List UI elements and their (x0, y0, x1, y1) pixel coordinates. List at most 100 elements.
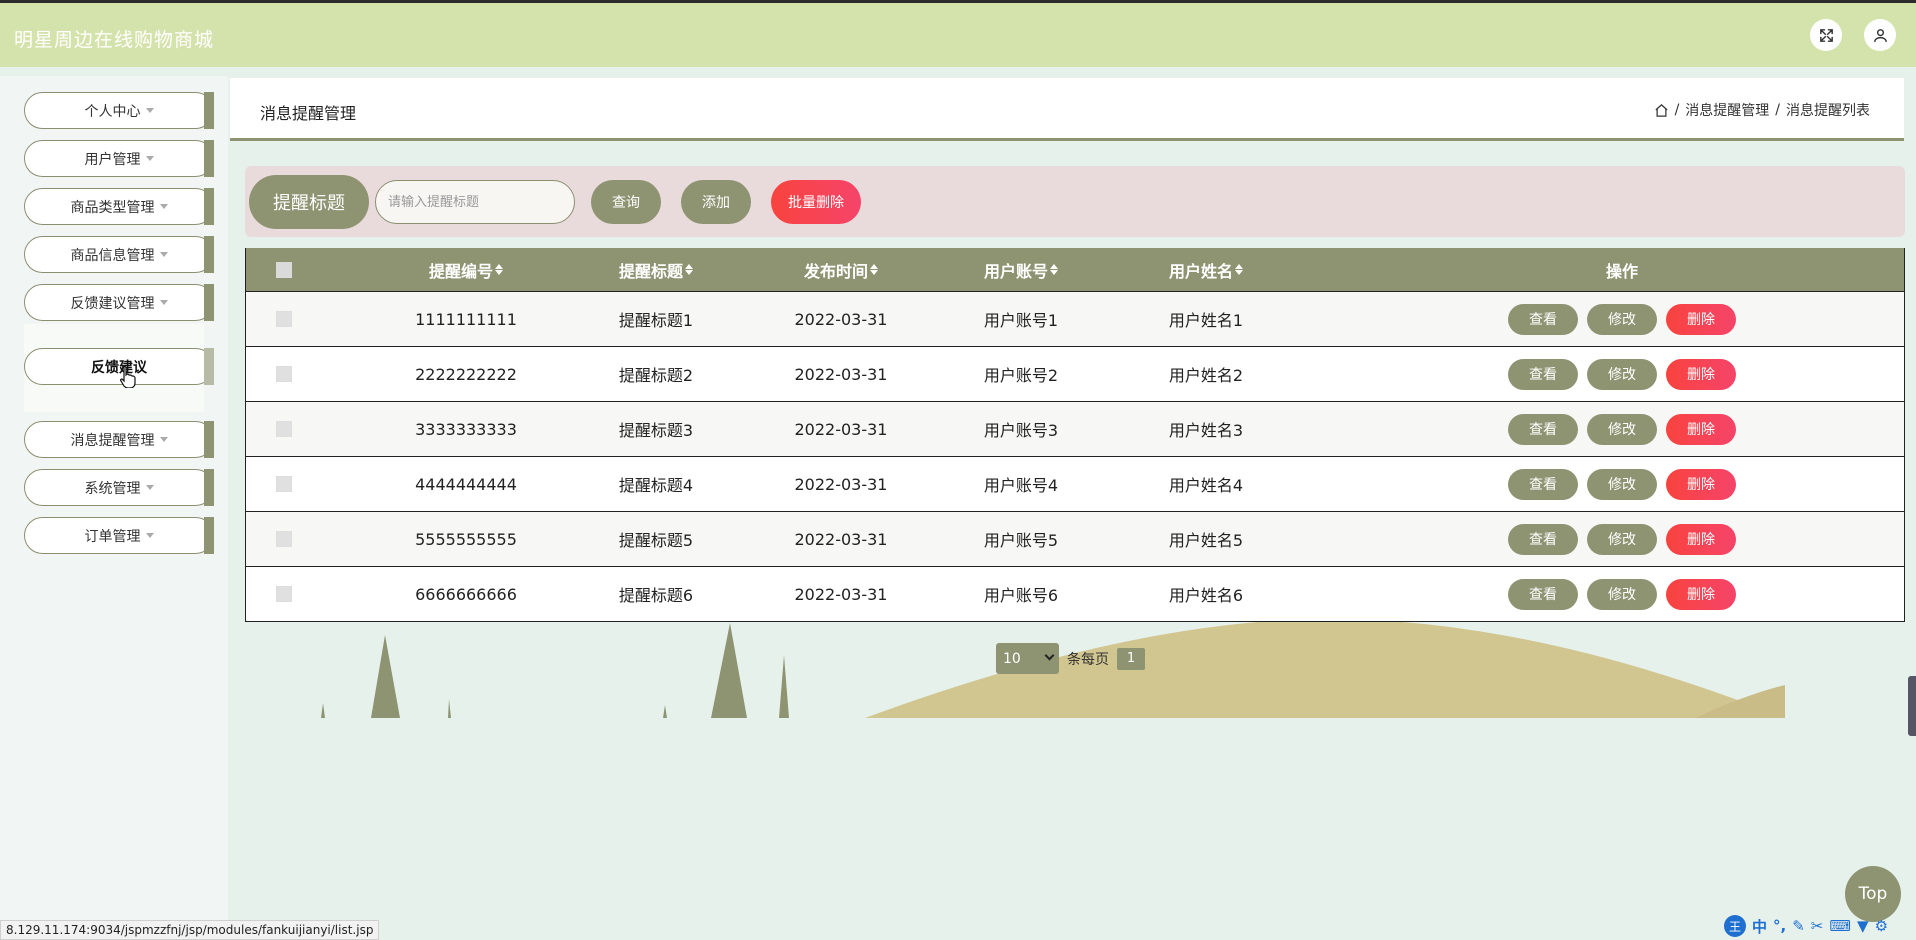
delete-button[interactable]: 删除 (1666, 358, 1736, 390)
cell-name: 用户姓名4 (1168, 476, 1244, 495)
pagination: 10 条每页 1 (996, 643, 1145, 674)
table-row: 2222222222 提醒标题2 2022-03-31 用户账号2 用户姓名2 … (246, 346, 1904, 401)
sidebar-item-label: 反馈建议管理 (70, 295, 155, 312)
breadcrumb-item[interactable]: 消息提醒管理 (1685, 100, 1769, 120)
breadcrumb: / 消息提醒管理 / 消息提醒列表 (1654, 100, 1870, 120)
page-number-current[interactable]: 1 (1117, 647, 1145, 670)
sidebar-item-marker (204, 517, 214, 554)
view-button[interactable]: 查看 (1508, 523, 1578, 555)
view-button[interactable]: 查看 (1508, 413, 1578, 445)
row-checkbox[interactable] (246, 292, 322, 346)
cell-title: 提醒标题4 (618, 476, 694, 495)
cell-name: 用户姓名3 (1168, 421, 1244, 440)
table-row: 6666666666 提醒标题6 2022-03-31 用户账号6 用户姓名6 … (246, 566, 1904, 621)
sidebar-item-label: 商品信息管理 (70, 247, 155, 264)
sidebar-item-order-management[interactable]: 订单管理 (24, 517, 214, 554)
sidebar: 个人中心 用户管理 商品类型管理 商品信息管理 反馈建议管理 (0, 76, 228, 940)
batch-delete-button[interactable]: 批量删除 (771, 180, 861, 224)
row-checkbox[interactable] (246, 402, 322, 456)
sidebar-item-user-management[interactable]: 用户管理 (24, 140, 214, 177)
sidebar-item-label: 消息提醒管理 (70, 432, 155, 449)
view-button[interactable]: 查看 (1508, 468, 1578, 500)
cell-time: 2022-03-31 (794, 364, 888, 384)
row-checkbox[interactable] (246, 457, 322, 511)
cell-id: 4444444444 (415, 474, 517, 494)
caret-down-icon (145, 156, 154, 161)
user-menu-button[interactable] (1864, 19, 1896, 51)
app-title: 明星周边在线购物商城 (14, 29, 215, 51)
view-button[interactable]: 查看 (1508, 578, 1578, 610)
edit-button[interactable]: 修改 (1587, 468, 1657, 500)
row-actions: 查看 修改 删除 (1508, 402, 1736, 456)
row-actions: 查看 修改 删除 (1508, 292, 1736, 346)
edit-button[interactable]: 修改 (1587, 413, 1657, 445)
page-size-select[interactable]: 10 (996, 643, 1059, 674)
cell-title: 提醒标题5 (618, 531, 694, 550)
delete-button[interactable]: 删除 (1666, 413, 1736, 445)
edit-button[interactable]: 修改 (1587, 578, 1657, 610)
row-checkbox[interactable] (246, 512, 322, 566)
ime-logo-icon[interactable]: 王 (1724, 915, 1746, 937)
column-header-account[interactable]: 用户账号 (946, 248, 1096, 291)
sidebar-item-product-type[interactable]: 商品类型管理 (24, 188, 214, 225)
column-header-time[interactable]: 发布时间 (756, 248, 926, 291)
content-header: 消息提醒管理 / 消息提醒管理 / 消息提醒列表 (230, 78, 1904, 141)
ime-scissors-icon[interactable]: ✂ (1811, 917, 1824, 935)
delete-button[interactable]: 删除 (1666, 468, 1736, 500)
search-input[interactable] (375, 180, 575, 224)
breadcrumb-item-current: 消息提醒列表 (1786, 103, 1870, 119)
view-button[interactable]: 查看 (1508, 303, 1578, 335)
cell-time: 2022-03-31 (794, 529, 888, 549)
sort-icon (1050, 264, 1058, 275)
add-button[interactable]: 添加 (681, 180, 751, 224)
breadcrumb-separator: / (1674, 102, 1680, 118)
view-button[interactable]: 查看 (1508, 358, 1578, 390)
sidebar-item-marker (204, 469, 214, 506)
sidebar-item-product-info[interactable]: 商品信息管理 (24, 236, 214, 273)
caret-down-icon (159, 300, 168, 305)
ime-handwriting-icon[interactable]: ✎ (1792, 917, 1805, 935)
column-header-name[interactable]: 用户姓名 (1136, 248, 1276, 291)
cell-id: 3333333333 (415, 419, 517, 439)
ime-punctuation-icon[interactable]: °, (1773, 917, 1786, 935)
column-header-id[interactable]: 提醒编号 (391, 248, 541, 291)
edit-button[interactable]: 修改 (1587, 358, 1657, 390)
sidebar-item-personal-center[interactable]: 个人中心 (24, 92, 214, 129)
delete-button[interactable]: 删除 (1666, 523, 1736, 555)
table-header: 提醒编号 提醒标题 发布时间 用户账号 用户姓名 操作 (246, 248, 1904, 291)
column-label: 用户姓名 (1168, 261, 1233, 281)
fullscreen-button[interactable] (1810, 19, 1842, 51)
select-all-checkbox[interactable] (246, 248, 322, 291)
query-button[interactable]: 查询 (591, 180, 661, 224)
user-icon (1873, 28, 1887, 42)
ime-settings-icon[interactable]: ⚙ (1875, 917, 1888, 935)
side-panel-handle[interactable] (1908, 676, 1916, 736)
delete-button[interactable]: 删除 (1666, 578, 1736, 610)
page-title: 消息提醒管理 (260, 104, 357, 123)
ime-keyboard-icon[interactable]: ⌨ (1829, 917, 1851, 935)
delete-button[interactable]: 删除 (1666, 303, 1736, 335)
cell-time: 2022-03-31 (794, 309, 888, 329)
edit-button[interactable]: 修改 (1587, 523, 1657, 555)
per-page-label: 条每页 (1067, 651, 1109, 668)
sidebar-item-message-management[interactable]: 消息提醒管理 (24, 421, 214, 458)
cell-name: 用户姓名5 (1168, 531, 1244, 550)
expand-icon (1819, 28, 1833, 42)
sidebar-item-feedback-management[interactable]: 反馈建议管理 (24, 284, 214, 321)
table-row: 5555555555 提醒标题5 2022-03-31 用户账号5 用户姓名5 … (246, 511, 1904, 566)
column-header-title[interactable]: 提醒标题 (576, 248, 736, 291)
ime-skin-icon[interactable]: ▼ (1857, 917, 1869, 935)
sidebar-item-marker (204, 284, 214, 321)
sort-icon (495, 264, 503, 275)
sidebar-item-marker (204, 140, 214, 177)
cell-title: 提醒标题6 (618, 586, 694, 605)
row-checkbox[interactable] (246, 567, 322, 621)
home-icon[interactable] (1654, 103, 1669, 118)
ime-language-toggle[interactable]: 中 (1752, 916, 1767, 937)
column-label: 提醒编号 (428, 261, 493, 281)
edit-button[interactable]: 修改 (1587, 303, 1657, 335)
column-label: 发布时间 (803, 261, 868, 281)
sidebar-item-system-management[interactable]: 系统管理 (24, 469, 214, 506)
row-checkbox[interactable] (246, 347, 322, 401)
cell-name: 用户姓名6 (1168, 586, 1244, 605)
